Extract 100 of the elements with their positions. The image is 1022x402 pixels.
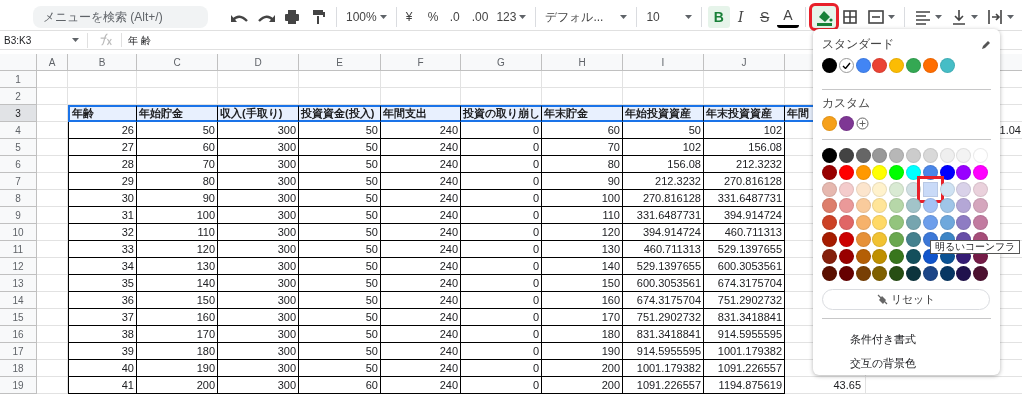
row-header[interactable]: 16 (0, 326, 37, 343)
column-header[interactable]: H (542, 54, 623, 71)
table-cell: 70 (137, 156, 218, 173)
table-cell: 156.08 (704, 139, 785, 156)
table-cell: 102 (623, 139, 704, 156)
table-cell: 0 (461, 258, 542, 275)
text-wrap-icon (985, 8, 1004, 26)
row-header[interactable]: 18 (0, 360, 37, 377)
table-cell: 60 (299, 377, 381, 394)
table-cell: 29 (68, 173, 137, 190)
row-header[interactable]: 17 (0, 343, 37, 360)
format-button[interactable]: .00 (468, 6, 492, 28)
table-cell: 0 (461, 156, 542, 173)
table-cell: 240 (381, 377, 461, 394)
table-cell: 190 (137, 360, 218, 377)
table-cell: 240 (381, 139, 461, 156)
row-header[interactable]: 14 (0, 292, 37, 309)
table-cell: 300 (218, 377, 299, 394)
table-cell: 300 (218, 326, 299, 343)
table-cell: 240 (381, 122, 461, 139)
table-cell: 50 (299, 326, 381, 343)
row-header[interactable]: 12 (0, 258, 37, 275)
table-cell: 50 (299, 241, 381, 258)
column-header[interactable]: E (299, 54, 381, 71)
row-header[interactable]: 4 (0, 122, 37, 139)
header-cell: 年始投資資産 (623, 105, 704, 122)
format-button[interactable]: .0 (446, 6, 467, 28)
row-header[interactable]: 13 (0, 275, 37, 292)
row-header[interactable]: 19 (0, 377, 37, 394)
table-cell: 50 (299, 207, 381, 224)
row-header[interactable]: 5 (0, 139, 37, 156)
table-cell: 751.2902732 (623, 309, 704, 326)
column-header[interactable]: A (37, 54, 68, 71)
table-cell: 240 (381, 360, 461, 377)
column-header[interactable]: J (704, 54, 785, 71)
row-header[interactable]: 10 (0, 224, 37, 241)
bold-button[interactable]: B (707, 6, 730, 28)
dropdown-button[interactable]: デフォル... (542, 6, 631, 28)
column-header[interactable]: B (68, 54, 137, 71)
column-header[interactable]: C (137, 54, 218, 71)
dropdown-button[interactable]: 10 (643, 6, 695, 28)
header-cell: 年齢 (68, 105, 137, 122)
table-cell: 529.1397655 (623, 258, 704, 275)
italic-button[interactable]: I (731, 6, 752, 28)
table-cell: 0 (461, 292, 542, 309)
row-header[interactable]: 9 (0, 207, 37, 224)
column-header[interactable]: G (461, 54, 542, 71)
table-cell: 674.3175704 (704, 275, 785, 292)
row-header[interactable]: 11 (0, 241, 37, 258)
table-cell: 0 (461, 326, 542, 343)
cell-range-text: B3:K3 (4, 33, 32, 48)
table-cell: 50 (299, 173, 381, 190)
column-header[interactable]: F (381, 54, 461, 71)
corner-cell[interactable] (0, 54, 37, 71)
format-button[interactable]: ¥ (402, 6, 423, 28)
table-cell: 0 (461, 377, 542, 394)
reset-button[interactable]: リセット (822, 288, 990, 310)
column-header[interactable]: I (623, 54, 704, 71)
add-button[interactable] (855, 117, 869, 130)
table-cell: 240 (381, 275, 461, 292)
format-button[interactable]: % (424, 6, 445, 28)
table-cell: 102 (704, 122, 785, 139)
strike-button[interactable]: S (753, 6, 776, 28)
table-cell: 300 (218, 343, 299, 360)
table-cell: 30 (68, 190, 137, 207)
row-header[interactable]: 7 (0, 173, 37, 190)
row-header[interactable]: 8 (0, 190, 37, 207)
table-cell: 80 (542, 156, 623, 173)
menu-item[interactable]: 条件付き書式 (822, 326, 991, 352)
row-header[interactable]: 3 (0, 105, 37, 122)
row-header[interactable]: 1 (0, 71, 37, 88)
table-cell: 0 (461, 241, 542, 258)
table-cell: 1001.179382 (623, 360, 704, 377)
formula-text[interactable]: 年 齢 (128, 32, 151, 48)
caret-icon (934, 15, 942, 19)
color-swatch[interactable] (838, 58, 854, 73)
table-cell: 190 (542, 343, 623, 360)
column-header[interactable]: D (218, 54, 299, 71)
table-cell: 28 (68, 156, 137, 173)
search-field[interactable]: メニューを検索 (Alt+/) (33, 6, 208, 28)
table-cell: 150 (137, 292, 218, 309)
dropdown-button[interactable]: 100% (343, 6, 390, 28)
menu-item[interactable]: 交互の背景色 (822, 351, 991, 375)
dropdown-button[interactable]: 123 (493, 6, 530, 28)
table-cell: 1001.179382 (704, 343, 785, 360)
table-cell: 300 (218, 207, 299, 224)
table-cell: 0 (461, 224, 542, 241)
text-color-button[interactable]: A (777, 6, 799, 28)
table-cell: 394.914724 (623, 224, 704, 241)
table-cell: 41 (68, 377, 137, 394)
fill-color-button[interactable] (811, 6, 836, 28)
row-header[interactable]: 6 (0, 156, 37, 173)
table-cell: 26 (68, 122, 137, 139)
table-cell: 32 (68, 224, 137, 241)
table-cell: 674.3175704 (623, 292, 704, 309)
row-header[interactable]: 2 (0, 88, 37, 105)
table-cell: 300 (218, 156, 299, 173)
row-header[interactable]: 15 (0, 309, 37, 326)
table-cell: 130 (137, 258, 218, 275)
table-cell: 300 (218, 139, 299, 156)
